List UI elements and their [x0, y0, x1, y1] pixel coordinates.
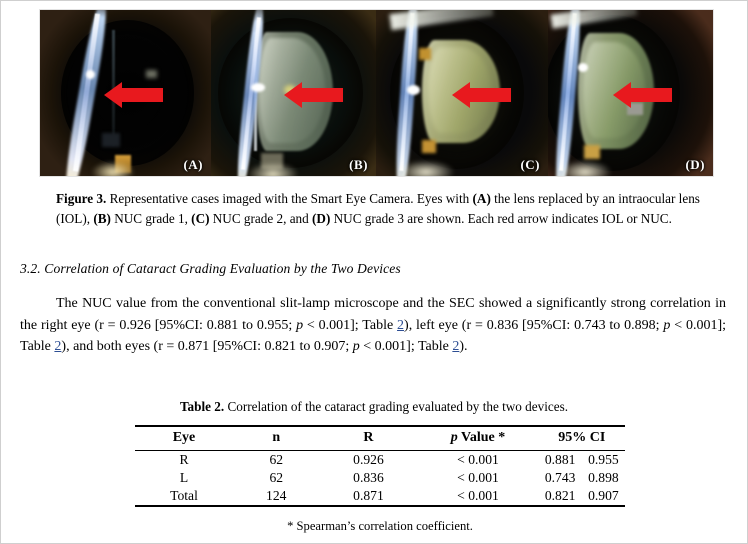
red-arrow-left-icon-d	[613, 82, 672, 108]
arrow-head-c	[452, 82, 470, 108]
table-2-link-1[interactable]: 2	[397, 318, 404, 333]
panel-c-amber-top	[419, 48, 431, 61]
panel-a-shadow-blob	[101, 132, 120, 147]
table-row: Total 124 0.871 < 0.001 0.821 0.907	[135, 487, 625, 506]
arrow-head-b	[284, 82, 302, 108]
para-segment-5: ), and both eyes (r = 0.871 [95%CI: 0.82…	[61, 339, 353, 354]
panel-label-b: (B)	[349, 157, 368, 172]
table-2: Eye n R p Value * 95% CI R 62 0.926 < 0.…	[135, 425, 625, 507]
column-header-p-value: p Value *	[417, 426, 538, 451]
arrow-shaft-c	[469, 88, 511, 102]
figure-caption-text-4: NUC grade 2, and	[209, 210, 313, 226]
cell-eye: R	[179, 452, 189, 467]
figure-caption-bold-b: (B)	[93, 210, 111, 226]
panel-label-a: (A)	[183, 157, 203, 172]
figure-panel-a: (A)	[40, 10, 211, 176]
cell-ci-high: 0.955	[588, 452, 619, 467]
panel-c-specular-glint	[406, 84, 420, 95]
figure-caption-bold-d: (D)	[312, 210, 331, 226]
panel-a-reflection-right	[146, 69, 158, 78]
cell-p: < 0.001	[457, 452, 499, 467]
section-heading-3-2: 3.2. Correlation of Cataract Grading Eva…	[20, 261, 401, 276]
figure-panel-d: (D)	[548, 10, 713, 176]
cell-p: < 0.001	[457, 470, 499, 485]
para-segment-2: < 0.001]; Table	[303, 317, 398, 333]
column-header-r: R	[363, 430, 374, 445]
figure-caption-text-1: Representative cases imaged with the Sma…	[106, 191, 473, 206]
column-header-p-rest: Value *	[457, 430, 506, 445]
table-2-footnote: * Spearman’s correlation coefficient.	[287, 519, 473, 533]
table-row: R 62 0.926 < 0.001 0.881 0.955	[135, 450, 625, 470]
cell-ci-low: 0.881	[544, 452, 576, 467]
column-header-95-ci: 95% CI	[558, 430, 606, 445]
figure-panel-b: (B)	[211, 10, 376, 176]
figure-caption-label: Figure 3.	[56, 191, 107, 206]
arrow-head-d	[613, 82, 631, 108]
cell-ci-low: 0.743	[544, 470, 576, 485]
column-header-n: n	[272, 430, 281, 445]
cell-r: 0.926	[353, 452, 384, 467]
column-header-eye: Eye	[172, 430, 196, 445]
table-2-caption: Table 2. Correlation of the cataract gra…	[1, 399, 747, 415]
red-arrow-left-icon-a	[104, 82, 163, 108]
panel-a-specular-glint	[86, 69, 96, 79]
para-segment-6: < 0.001]; Table	[359, 339, 453, 354]
document-page: (A) (B) (C) (D) Figure 3. Representative…	[1, 1, 747, 543]
panel-b-specular-glint	[250, 83, 265, 93]
cell-r: 0.871	[353, 488, 384, 503]
red-arrow-left-icon-b	[284, 82, 343, 108]
figure-caption-text-5: NUC grade 3 are shown. Each red arrow in…	[330, 210, 672, 226]
table-caption-label: Table 2.	[179, 399, 225, 414]
cell-eye: L	[179, 470, 189, 485]
panel-label-c: (C)	[520, 157, 540, 172]
figure-caption-bold-c: (C)	[191, 210, 210, 226]
cell-n: 62	[269, 470, 284, 485]
panel-d-specular-glint	[577, 63, 588, 73]
panel-d-bottom-flare	[557, 160, 612, 176]
cell-n: 62	[269, 452, 284, 467]
cell-ci-high: 0.898	[588, 470, 619, 485]
table-header: Eye n R p Value * 95% CI	[135, 426, 625, 451]
panel-label-d: (D)	[685, 157, 705, 172]
body-paragraph: The NUC value from the conventional slit…	[20, 293, 726, 358]
figure-caption-bold-a: (A)	[472, 191, 491, 206]
cell-ci-high: 0.907	[588, 488, 619, 503]
table-caption-text: Correlation of the cataract grading eval…	[224, 399, 569, 414]
panel-d-amber-reflection	[584, 145, 601, 160]
cell-r: 0.836	[353, 470, 384, 485]
figure-3-image-row: (A) (B) (C) (D)	[40, 10, 713, 176]
table-body: R 62 0.926 < 0.001 0.881 0.955 L 62 0.83…	[135, 450, 625, 506]
arrow-shaft-a	[121, 88, 163, 102]
panel-c-bottom-flare	[396, 160, 455, 176]
arrow-shaft-d	[630, 88, 672, 102]
table-header-row: Eye n R p Value * 95% CI	[135, 426, 625, 451]
red-arrow-left-icon-c	[452, 82, 511, 108]
column-header-p-italic: p	[450, 430, 458, 445]
para-italic-p-3: p	[352, 339, 360, 354]
arrow-shaft-b	[301, 88, 343, 102]
figure-panel-c: (C)	[376, 10, 548, 176]
figure-caption-text-3: NUC grade 1,	[110, 210, 192, 226]
cell-n: 124	[266, 488, 287, 503]
table-row: L 62 0.836 < 0.001 0.743 0.898	[135, 469, 625, 487]
figure-3-caption: Figure 3. Representative cases imaged wi…	[56, 189, 716, 228]
panel-c-amber-bottom	[422, 139, 437, 153]
para-segment-7: ).	[459, 339, 468, 354]
cell-p: < 0.001	[457, 488, 499, 503]
cell-ci-low: 0.821	[544, 488, 576, 503]
cell-eye: Total	[170, 488, 198, 503]
para-segment-3: ), left eye (r = 0.836 [95%CI: 0.743 to …	[404, 317, 664, 333]
arrow-head-a	[104, 82, 122, 108]
